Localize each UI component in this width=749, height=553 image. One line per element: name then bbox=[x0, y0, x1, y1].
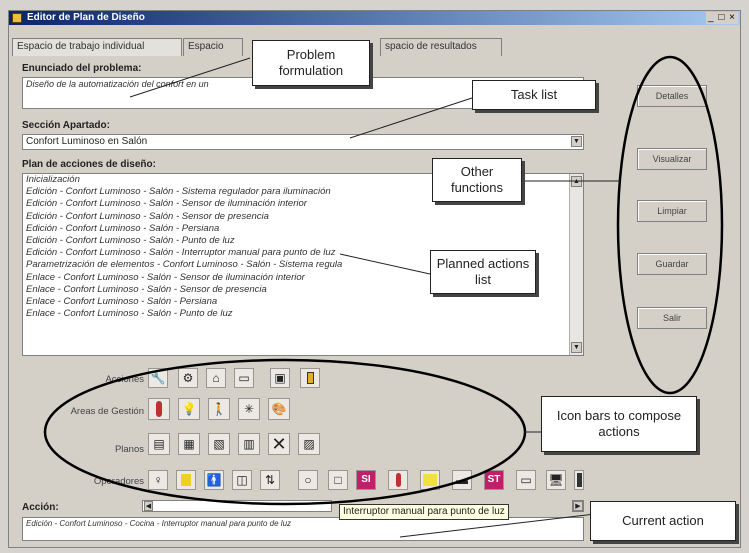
chevron-left-icon[interactable]: ◀ bbox=[144, 501, 153, 511]
blueprint-icon[interactable]: ▨ bbox=[298, 433, 320, 455]
areas-label: Areas de Gestión bbox=[70, 406, 144, 417]
presence-icon[interactable]: 🚹 bbox=[204, 470, 224, 490]
section-value: Confort Luminoso en Salón bbox=[26, 136, 148, 147]
chevron-down-icon[interactable]: ▼ bbox=[571, 136, 582, 147]
callout-text: Task list bbox=[510, 86, 558, 102]
scroll-up-icon[interactable]: ▲ bbox=[571, 176, 582, 187]
planned-callout: Planned actions list bbox=[430, 250, 536, 294]
floorplan-3-icon[interactable]: ▧ bbox=[208, 433, 230, 455]
section-label: Sección Apartado: bbox=[22, 120, 110, 131]
blind-icon[interactable]: ◫ bbox=[232, 470, 252, 490]
yellow-panel-icon[interactable] bbox=[420, 470, 440, 490]
sensor-icon[interactable]: ♀ bbox=[148, 470, 168, 490]
plan-scrollbar[interactable]: ▲ ▼ bbox=[569, 174, 583, 355]
light-icon[interactable] bbox=[176, 470, 196, 490]
gear-icon[interactable]: ⚙ bbox=[178, 368, 198, 388]
panel-icon[interactable]: ▣ bbox=[270, 368, 290, 388]
list-item[interactable]: Enlace - Confort Luminoso - Salón - Pers… bbox=[23, 296, 583, 308]
title-bar: Editor de Plan de Diseño bbox=[9, 11, 740, 25]
list-item[interactable]: Edición - Confort Luminoso - Salón - Sen… bbox=[23, 211, 583, 223]
si-badge-text: SI bbox=[361, 474, 371, 485]
list-item[interactable]: Edición - Confort Luminoso - Salón - Per… bbox=[23, 223, 583, 235]
tab-label: Espacio de trabajo individual bbox=[17, 41, 145, 52]
action-field[interactable]: Edición - Confort Luminoso - Cocina - In… bbox=[22, 517, 584, 541]
planos-label: Planos bbox=[114, 444, 144, 455]
tab-label: spacio de resultados bbox=[385, 41, 477, 52]
computer-icon[interactable]: 🖥 bbox=[546, 470, 566, 490]
grid-icon[interactable]: ▬ bbox=[452, 470, 472, 490]
list-item[interactable]: Enlace - Confort Luminoso - Salón - Punt… bbox=[23, 308, 583, 320]
tab-resultados[interactable]: spacio de resultados bbox=[380, 38, 502, 56]
current-callout: Current action bbox=[590, 501, 736, 541]
exit-button[interactable]: Salir bbox=[637, 307, 707, 329]
problem-label: Enunciado del problema: bbox=[22, 63, 142, 74]
si-icon[interactable]: SI bbox=[356, 470, 376, 490]
st-icon[interactable]: ST bbox=[484, 470, 504, 490]
operadores-label: Operadores bbox=[93, 476, 144, 487]
action-value: Edición - Confort Luminoso - Cocina - In… bbox=[26, 519, 292, 528]
door-icon[interactable] bbox=[300, 368, 320, 388]
callout-text: Other functions bbox=[450, 163, 504, 195]
save-button[interactable]: Guardar bbox=[637, 253, 707, 275]
floorplan-2-icon[interactable]: ▦ bbox=[178, 433, 200, 455]
section-select[interactable]: Confort Luminoso en Salón ▼ bbox=[22, 134, 584, 150]
floorplan-4-icon[interactable]: ▥ bbox=[238, 433, 260, 455]
app-icon bbox=[12, 13, 22, 23]
person-door-icon[interactable]: 🚶 bbox=[208, 398, 230, 420]
box-icon[interactable]: □ bbox=[328, 470, 348, 490]
action-tooltip: Interruptor manual para punto de luz bbox=[339, 504, 509, 520]
visualize-button[interactable]: Visualizar bbox=[637, 148, 707, 170]
bulb-icon[interactable]: ○ bbox=[298, 470, 318, 490]
callout-text: Icon bars to compose actions bbox=[556, 407, 682, 439]
battery-icon[interactable] bbox=[574, 470, 584, 490]
monitor-icon[interactable]: ▭ bbox=[516, 470, 536, 490]
acciones-label: Acciones bbox=[105, 374, 144, 385]
problem-value: Diseño de la automatización del confort … bbox=[26, 79, 209, 89]
callout-text: Planned actions list bbox=[436, 255, 530, 287]
problem-callout: Problem formulation bbox=[252, 40, 370, 86]
callout-text: Current action bbox=[622, 512, 704, 528]
iconbars-callout: Icon bars to compose actions bbox=[541, 396, 697, 452]
network-icon[interactable]: ✳ bbox=[238, 398, 260, 420]
clear-button[interactable]: Limpiar bbox=[637, 200, 707, 222]
thermometer-icon[interactable] bbox=[148, 398, 170, 420]
house-icon[interactable]: ⌂ bbox=[206, 368, 226, 388]
task-callout: Task list bbox=[472, 80, 596, 110]
tab-espacio[interactable]: Espacio bbox=[183, 38, 243, 56]
window-title: Editor de Plan de Diseño bbox=[27, 12, 145, 23]
scroll-down-icon[interactable]: ▼ bbox=[571, 342, 582, 353]
st-badge-text: ST bbox=[487, 474, 501, 485]
wrench-icon[interactable]: 🔧 bbox=[148, 368, 168, 388]
other-callout: Other functions bbox=[432, 158, 522, 202]
list-item[interactable]: Edición - Confort Luminoso - Salón - Pun… bbox=[23, 235, 583, 247]
tab-individual[interactable]: Espacio de trabajo individual bbox=[12, 38, 182, 56]
action-label: Acción: bbox=[22, 502, 59, 513]
cross-icon[interactable]: ✕ bbox=[268, 433, 290, 455]
action-scrollbar[interactable]: ◀ bbox=[142, 500, 332, 512]
plan-label: Plan de acciones de diseño: bbox=[22, 159, 156, 170]
palette-icon[interactable]: 🎨 bbox=[268, 398, 290, 420]
lightbulb-panel-icon[interactable]: 💡 bbox=[178, 398, 200, 420]
floorplan-1-icon[interactable]: ▤ bbox=[148, 433, 170, 455]
thermo-icon[interactable] bbox=[388, 470, 408, 490]
details-button[interactable]: Detalles bbox=[637, 85, 707, 107]
action-scroll-right[interactable]: ▶ bbox=[572, 500, 584, 512]
window-icon[interactable]: ▭ bbox=[234, 368, 254, 388]
tab-label: Espacio bbox=[188, 41, 224, 52]
switch-icon[interactable]: ⇅ bbox=[260, 470, 280, 490]
chevron-right-icon[interactable]: ▶ bbox=[573, 501, 583, 511]
callout-text: Problem formulation bbox=[278, 46, 344, 78]
window-controls[interactable]: _ □ × bbox=[706, 12, 738, 24]
